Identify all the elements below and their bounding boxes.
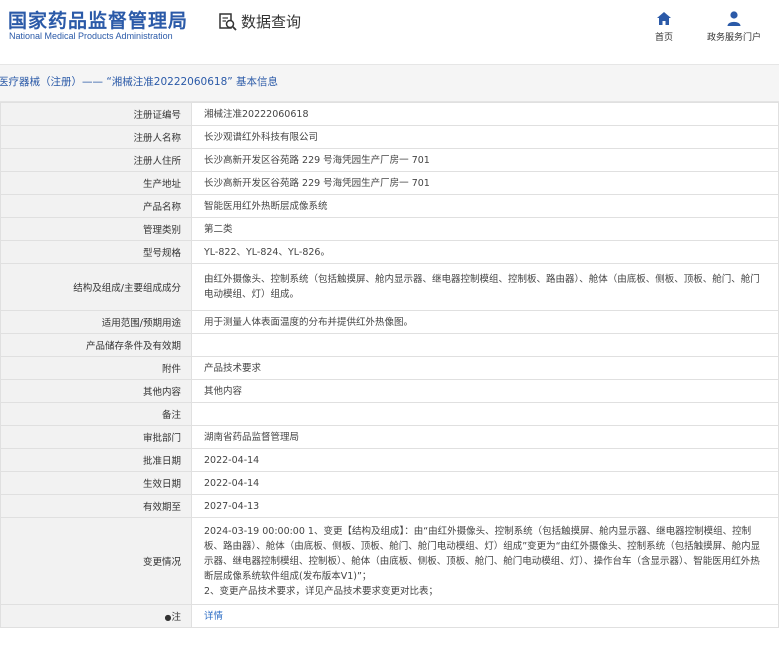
field-label: 生效日期 [0,471,192,495]
nav-service-portal[interactable]: 政务服务门户 [699,8,769,43]
field-label: 注册人名称 [0,125,192,149]
field-label: 型号规格 [0,240,192,264]
field-label: 有效期至 [0,494,192,518]
breadcrumb: 医疗器械（注册）—— “湘械注准20222060618” 基本信息 [0,65,779,102]
change-history-value: 2024-03-19 00:00:00 1、变更【结构及组成】：由“由红外摄像头… [191,517,779,605]
table-row: 注册证编号 湘械注准20222060618 [0,102,779,126]
nav-service-portal-label: 政务服务门户 [706,33,761,43]
detail-table: 注册证编号 湘械注准20222060618 注册人名称 长沙观谱红外科技有限公司 注册人… [0,102,779,628]
field-label: 变更情况 [0,517,192,605]
field-value: 2022-04-14 [191,448,779,472]
table-row: 附件 产品技术要求 [0,356,779,380]
details-link[interactable]: 详情 [204,611,223,622]
field-label: 审批部门 [0,425,192,449]
note-label: 注 [171,612,181,623]
field-label: 管理类别 [0,217,192,241]
table-row: 变更情况 2024-03-19 00:00:00 1、变更【结构及组成】：由“由红… [0,517,779,605]
field-label: 备注 [0,402,192,426]
nav-home[interactable]: 首页 [629,8,699,43]
search-document-icon [219,12,237,31]
table-row: 注册人住所 长沙高新开发区谷苑路 229 号海凭园生产厂房一 701 [0,148,779,172]
table-row: 生效日期 2022-04-14 [0,471,779,495]
field-value: 2022-04-14 [191,471,779,495]
table-row: 适用范围/预期用途 用于测量人体表面温度的分布并提供红外热像图。 [0,310,779,334]
field-label: 其他内容 [0,379,192,403]
table-row: 批准日期 2022-04-14 [0,448,779,472]
field-value: 长沙观谱红外科技有限公司 [191,125,779,149]
table-row: 型号规格 YL-822、YL-824、YL-826。 [0,240,779,264]
field-label: 注册证编号 [0,102,192,126]
field-value: 由红外摄像头、控制系统（包括触摸屏、舱内显示器、继电器控制模组、控制板、路由器）… [191,263,779,311]
field-label: 批准日期 [0,448,192,472]
table-row: 备注 [0,402,779,426]
field-label: 注册人住所 [0,148,192,172]
field-value: 用于测量人体表面温度的分布并提供红外热像图。 [191,310,779,334]
field-label: ●注 [0,604,192,628]
site-header: 国家药品监督管理局 National Medical Products Admi… [0,0,779,64]
field-value: 湖南省药品监督管理局 [191,425,779,449]
field-value: 湘械注准20222060618 [191,102,779,126]
table-row: 管理类别 第二类 [0,217,779,241]
table-row: ●注 详情 [0,604,779,628]
field-value: 长沙高新开发区谷苑路 229 号海凭园生产厂房一 701 [191,171,779,195]
field-value: 第二类 [191,217,779,241]
table-row: 审批部门 湖南省药品监督管理局 [0,425,779,449]
site-logo-en[interactable]: National Medical Products Administration [9,31,173,41]
user-icon [727,11,741,26]
data-query-label: 数据查询 [241,13,302,31]
breadcrumb-text: 医疗器械（注册）—— “湘械注准20222060618” 基本信息 [0,76,279,88]
field-value: 其他内容 [191,379,779,403]
field-label: 结构及组成/主要组成成分 [0,263,192,311]
field-value [191,402,779,426]
field-label: 产品储存条件及有效期 [0,333,192,357]
table-row: 有效期至 2027-04-13 [0,494,779,518]
table-row: 产品储存条件及有效期 [0,333,779,357]
field-value [191,333,779,357]
table-row: 产品名称 智能医用红外热断层成像系统 [0,194,779,218]
field-value: 智能医用红外热断层成像系统 [191,194,779,218]
table-row: 生产地址 长沙高新开发区谷苑路 229 号海凭园生产厂房一 701 [0,171,779,195]
data-query-link[interactable]: 数据查询 [218,11,301,32]
table-row: 结构及组成/主要组成成分 由红外摄像头、控制系统（包括触摸屏、舱内显示器、继电器控… [0,263,779,311]
table-row: 其他内容 其他内容 [0,379,779,403]
field-label: 生产地址 [0,171,192,195]
nav-home-label: 首页 [654,33,673,43]
site-logo-cn[interactable]: 国家药品监督管理局 [8,6,188,33]
field-label: 产品名称 [0,194,192,218]
home-icon [657,12,671,25]
field-label: 附件 [0,356,192,380]
field-label: 适用范围/预期用途 [0,310,192,334]
field-value: 长沙高新开发区谷苑路 229 号海凭园生产厂房一 701 [191,148,779,172]
field-value: 产品技术要求 [191,356,779,380]
field-value: YL-822、YL-824、YL-826。 [191,240,779,264]
field-value: 2027-04-13 [191,494,779,518]
field-value: 详情 [191,604,779,628]
table-row: 注册人名称 长沙观谱红外科技有限公司 [0,125,779,149]
